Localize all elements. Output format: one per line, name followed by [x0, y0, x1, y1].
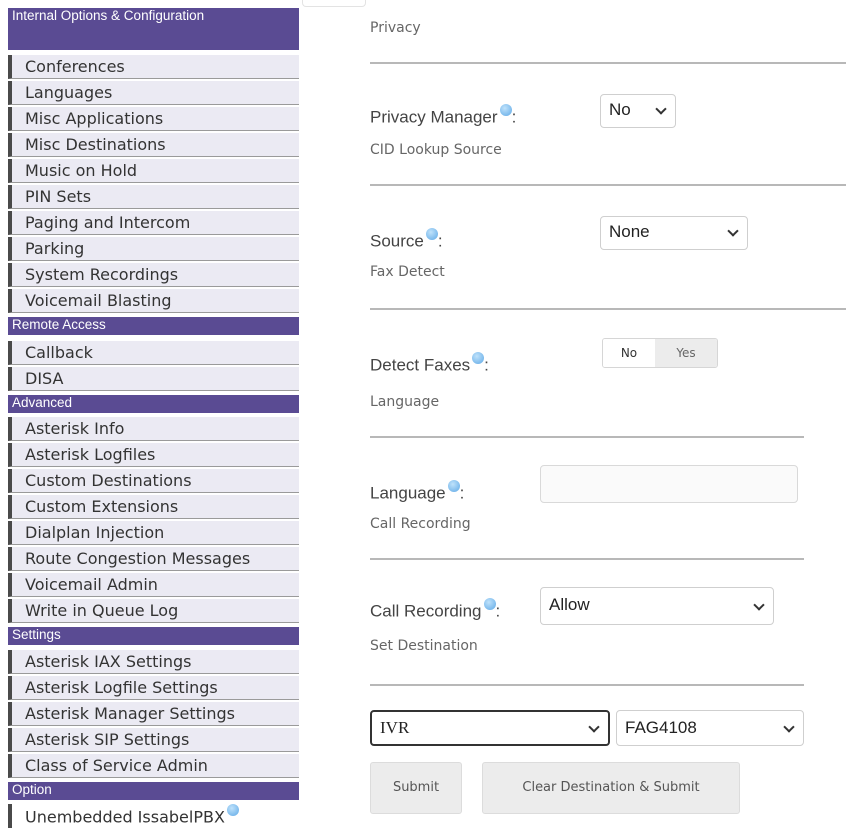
- language-input[interactable]: [540, 465, 798, 503]
- clear-destination-submit-button[interactable]: Clear Destination & Submit: [482, 762, 740, 814]
- chevron-down-icon: [753, 599, 765, 611]
- sidebar-item-misc-applications[interactable]: Misc Applications: [8, 107, 299, 131]
- divider: [370, 684, 804, 686]
- divider: [370, 436, 804, 438]
- sidebar-item-manager-settings[interactable]: Asterisk Manager Settings: [8, 702, 299, 726]
- chevron-down-icon: [727, 225, 739, 237]
- detect-faxes-yes[interactable]: Yes: [655, 339, 717, 367]
- source-select[interactable]: None: [600, 216, 748, 250]
- help-icon[interactable]: [499, 104, 512, 116]
- sidebar-item-pin-sets[interactable]: PIN Sets: [8, 185, 299, 209]
- sidebar-item-disa[interactable]: DISA: [8, 367, 299, 391]
- help-icon[interactable]: [226, 804, 239, 816]
- sidebar-item-conferences[interactable]: Conferences: [8, 55, 299, 79]
- sidebar-item-languages[interactable]: Languages: [8, 81, 299, 105]
- sidebar-item-iax-settings[interactable]: Asterisk IAX Settings: [8, 650, 299, 674]
- sidebar-item-class-of-service[interactable]: Class of Service Admin: [8, 754, 299, 778]
- sidebar-item-write-queue-log[interactable]: Write in Queue Log: [8, 599, 299, 623]
- detect-faxes-toggle[interactable]: No Yes: [602, 338, 718, 368]
- help-icon[interactable]: [483, 598, 496, 610]
- sidebar-item-custom-destinations[interactable]: Custom Destinations: [8, 469, 299, 493]
- category-advanced: Advanced: [8, 395, 299, 413]
- call-recording-select[interactable]: Allow: [540, 587, 774, 625]
- sidebar-item-voicemail-admin[interactable]: Voicemail Admin: [8, 573, 299, 597]
- chevron-down-icon: [783, 721, 795, 733]
- divider: [370, 558, 804, 560]
- help-icon[interactable]: [472, 352, 485, 364]
- category-internal-options: Internal Options & Configuration: [8, 8, 299, 50]
- section-call-recording: Call Recording: [370, 516, 471, 532]
- help-icon[interactable]: [425, 228, 438, 240]
- destination-form: Privacy Privacy Manager: No CID Lookup S…: [300, 0, 846, 828]
- privacy-manager-label: Privacy Manager:: [370, 104, 516, 128]
- sidebar-item-dialplan-injection[interactable]: Dialplan Injection: [8, 521, 299, 545]
- divider: [370, 62, 846, 64]
- help-icon[interactable]: [447, 480, 460, 492]
- divider: [370, 184, 846, 186]
- sidebar-item-route-congestion[interactable]: Route Congestion Messages: [8, 547, 299, 571]
- destination-select[interactable]: FAG4108: [616, 710, 804, 746]
- sidebar-item-sip-settings[interactable]: Asterisk SIP Settings: [8, 728, 299, 752]
- section-privacy: Privacy: [370, 20, 421, 36]
- section-fax-detect: Fax Detect: [370, 264, 445, 280]
- sidebar-item-label: Unembedded IssabelPBX: [25, 807, 225, 827]
- sidebar-item-music-on-hold[interactable]: Music on Hold: [8, 159, 299, 183]
- submit-button[interactable]: Submit: [370, 762, 462, 814]
- sidebar-item-misc-destinations[interactable]: Misc Destinations: [8, 133, 299, 157]
- detect-faxes-label: Detect Faxes:: [370, 352, 489, 376]
- destination-type-select[interactable]: IVR: [370, 710, 610, 746]
- category-remote-access: Remote Access: [8, 317, 299, 335]
- sidebar-item-paging-intercom[interactable]: Paging and Intercom: [8, 211, 299, 235]
- sidebar-item-voicemail-blasting[interactable]: Voicemail Blasting: [8, 289, 299, 313]
- section-set-destination: Set Destination: [370, 638, 478, 654]
- sidebar-item-unembedded-issabelpbx[interactable]: Unembedded IssabelPBX: [8, 804, 299, 828]
- chevron-down-icon: [655, 103, 667, 115]
- section-language: Language: [370, 394, 440, 410]
- sidebar-item-system-recordings[interactable]: System Recordings: [8, 263, 299, 287]
- chevron-down-icon: [588, 721, 600, 733]
- sidebar-item-parking[interactable]: Parking: [8, 237, 299, 261]
- source-label: Source:: [370, 228, 443, 252]
- sidebar-item-logfile-settings[interactable]: Asterisk Logfile Settings: [8, 676, 299, 700]
- language-label: Language:: [370, 480, 464, 504]
- sidebar-item-asterisk-info[interactable]: Asterisk Info: [8, 417, 299, 441]
- sidebar-item-callback[interactable]: Callback: [8, 341, 299, 365]
- call-recording-label: Call Recording:: [370, 598, 500, 622]
- section-cid-lookup: CID Lookup Source: [370, 142, 502, 158]
- divider: [370, 308, 846, 310]
- detect-faxes-no[interactable]: No: [603, 339, 655, 367]
- category-option: Option: [8, 782, 299, 800]
- sidebar-item-asterisk-logfiles[interactable]: Asterisk Logfiles: [8, 443, 299, 467]
- sidebar-menu: Internal Options & Configuration Confere…: [0, 0, 300, 828]
- privacy-manager-select[interactable]: No: [600, 94, 676, 128]
- sidebar-item-custom-extensions[interactable]: Custom Extensions: [8, 495, 299, 519]
- category-settings: Settings: [8, 627, 299, 645]
